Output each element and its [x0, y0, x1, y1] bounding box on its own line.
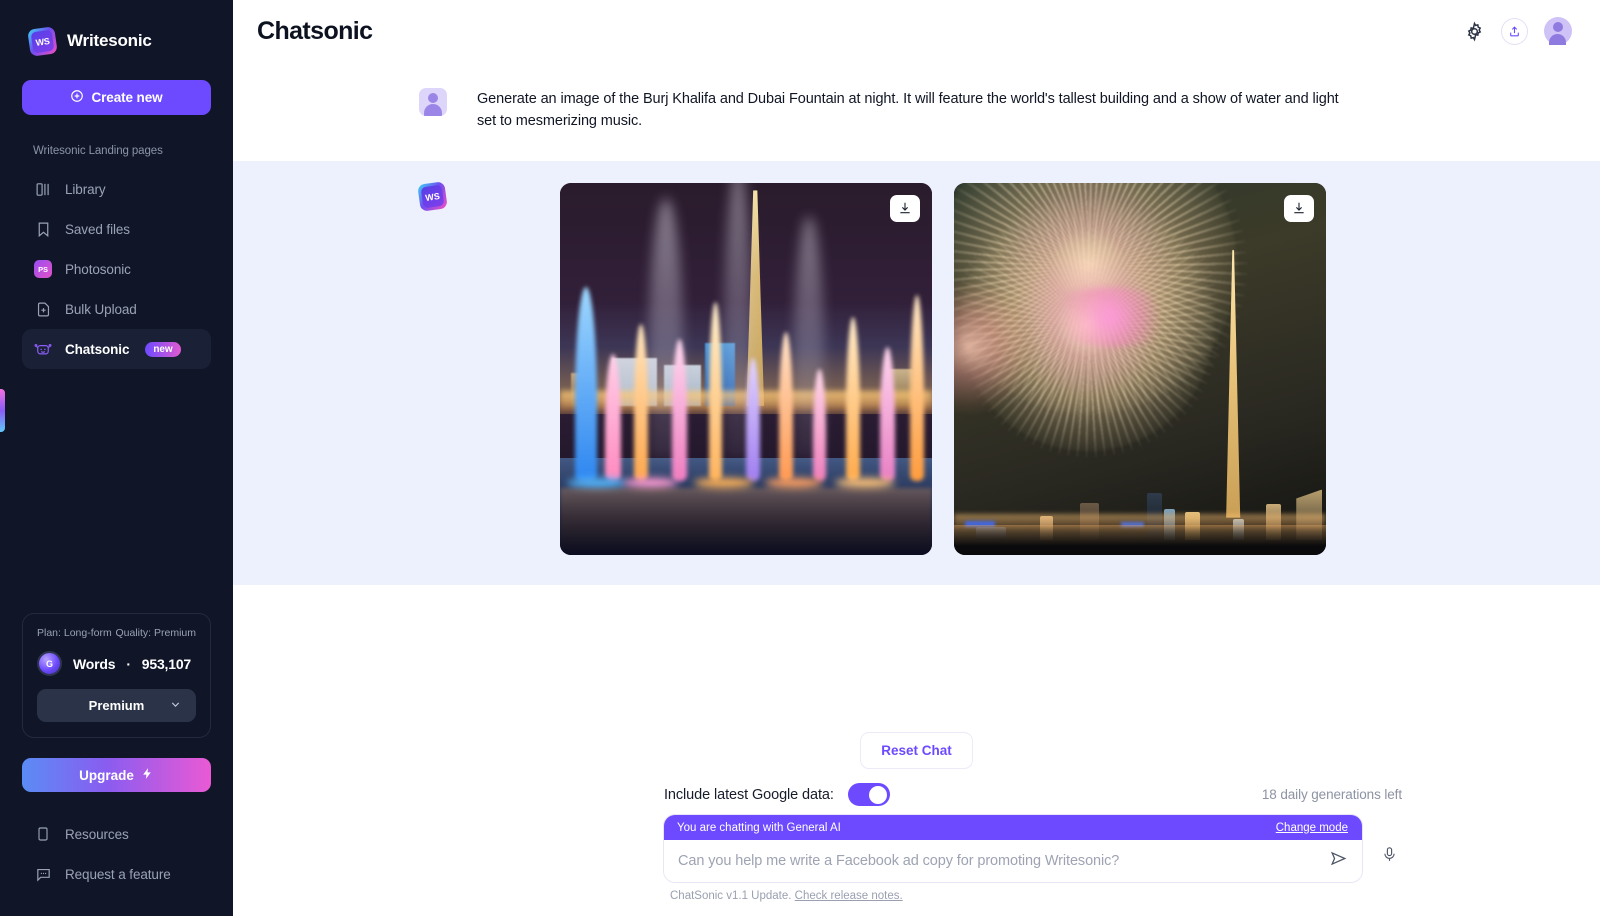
avatar[interactable]: [1544, 17, 1572, 45]
sidebar-item-label: Resources: [65, 826, 129, 842]
composer: Reset Chat Include latest Google data: 1…: [233, 714, 1600, 916]
google-data-label: Include latest Google data:: [664, 786, 834, 803]
sidebar-item-saved-files[interactable]: Saved files: [22, 209, 211, 249]
book-icon: [34, 825, 52, 843]
google-data-toggle[interactable]: [847, 783, 890, 806]
user-message-text: Generate an image of the Burj Khalifa an…: [477, 91, 1339, 130]
mode-text: You are chatting with General AI: [677, 821, 841, 834]
reset-chat-button[interactable]: Reset Chat: [860, 732, 973, 769]
photosonic-icon: PS: [34, 260, 52, 278]
user-message: Generate an image of the Burj Khalifa an…: [233, 62, 1600, 161]
download-image-button[interactable]: [1284, 194, 1314, 222]
generated-image-1[interactable]: [560, 182, 932, 555]
sidebar-item-label: Chatsonic: [65, 341, 130, 357]
footer-note: ChatSonic v1.1 Update. Check release not…: [670, 890, 1600, 902]
sidebar: WS Writesonic Create new Writesonic Land…: [0, 0, 233, 916]
main-content: Chatsonic Generate an image of the Burj …: [233, 0, 1600, 916]
writesonic-logo-text: WS: [30, 29, 55, 53]
footer-note-text: ChatSonic v1.1 Update.: [670, 890, 795, 902]
words-label: Words: [73, 655, 116, 672]
release-notes-link[interactable]: Check release notes.: [795, 890, 903, 902]
sidebar-nav: Library Saved files PS Photosonic Bulk U…: [0, 169, 233, 369]
comment-icon: [34, 865, 52, 883]
active-item-accent-bar: [0, 389, 5, 432]
top-bar: Chatsonic: [233, 0, 1600, 62]
words-count: 953,107: [141, 655, 191, 672]
plan-card: Plan: Long-form Quality: Premium G Words…: [22, 613, 211, 738]
user-avatar-icon: [419, 88, 447, 116]
sidebar-bottom-nav: Resources Request a feature: [0, 814, 233, 916]
gear-icon[interactable]: [1463, 20, 1485, 42]
writesonic-logo-icon: WS: [27, 25, 58, 57]
sidebar-item-library[interactable]: Library: [22, 169, 211, 209]
chat-transcript: Generate an image of the Burj Khalifa an…: [233, 62, 1600, 714]
plan-card-header: Plan: Long-form Quality: Premium: [37, 627, 196, 639]
message-field-row: [664, 840, 1362, 882]
assistant-message: WS: [233, 160, 1600, 585]
quality-label: Quality: Premium: [115, 627, 196, 639]
sidebar-item-label: Request a feature: [65, 866, 171, 882]
google-data-group: Include latest Google data:: [664, 783, 890, 806]
top-actions: [1463, 17, 1572, 45]
quality-select-value: Premium: [88, 698, 145, 713]
robot-icon: [34, 340, 52, 358]
writesonic-avatar-icon: WS: [417, 181, 448, 212]
download-image-button[interactable]: [890, 194, 920, 222]
library-icon: [34, 180, 52, 198]
brand-name: Writesonic: [67, 31, 152, 50]
message-input-box: You are chatting with General AI Change …: [664, 815, 1362, 882]
sidebar-item-bulk-upload[interactable]: Bulk Upload: [22, 289, 211, 329]
sidebar-item-label: Photosonic: [65, 261, 131, 277]
generated-image-2[interactable]: [954, 182, 1326, 555]
sidebar-item-request-a-feature[interactable]: Request a feature: [22, 854, 211, 894]
writesonic-avatar-text: WS: [420, 184, 445, 209]
upgrade-button[interactable]: Upgrade: [22, 758, 211, 792]
sidebar-item-label: Library: [65, 181, 106, 197]
plus-circle-icon: [70, 89, 84, 106]
chevron-down-icon: [169, 698, 182, 714]
change-mode-link[interactable]: Change mode: [1276, 822, 1348, 834]
share-icon[interactable]: [1501, 17, 1528, 45]
credits-coin-icon: G: [37, 651, 62, 676]
words-separator: ·: [126, 655, 131, 672]
plan-label: Plan: Long-form: [37, 627, 112, 639]
input-area: You are chatting with General AI Change …: [664, 815, 1402, 882]
quality-select-button[interactable]: Premium: [37, 689, 196, 722]
sidebar-item-label: Saved files: [65, 221, 130, 237]
generated-image-grid: [560, 182, 1326, 555]
brand[interactable]: WS Writesonic: [0, 0, 233, 64]
message-input[interactable]: [678, 853, 1319, 869]
send-icon[interactable]: [1329, 849, 1348, 873]
sidebar-item-label: Bulk Upload: [65, 301, 137, 317]
sidebar-item-resources[interactable]: Resources: [22, 814, 211, 854]
page-title: Chatsonic: [257, 16, 373, 45]
new-badge: new: [145, 341, 181, 357]
sidebar-section-label: Writesonic Landing pages: [33, 145, 163, 157]
app-root: WS Writesonic Create new Writesonic Land…: [0, 0, 1600, 916]
reset-chat-row: Reset Chat: [233, 732, 1600, 769]
sidebar-item-photosonic[interactable]: PS Photosonic: [22, 249, 211, 289]
composer-options-row: Include latest Google data: 18 daily gen…: [664, 783, 1402, 806]
create-new-label: Create new: [91, 90, 163, 105]
sidebar-item-chatsonic[interactable]: Chatsonic new: [22, 329, 211, 369]
generations-left-text: 18 daily generations left: [1261, 787, 1402, 802]
microphone-icon[interactable]: [1376, 837, 1402, 871]
upgrade-label: Upgrade: [79, 767, 134, 783]
bookmark-icon: [34, 220, 52, 238]
create-new-button[interactable]: Create new: [22, 80, 211, 115]
file-plus-icon: [34, 300, 52, 318]
words-row: G Words · 953,107: [37, 651, 196, 676]
mode-banner: You are chatting with General AI Change …: [664, 815, 1362, 840]
lightning-icon: [141, 767, 154, 783]
toggle-knob: [868, 785, 887, 804]
